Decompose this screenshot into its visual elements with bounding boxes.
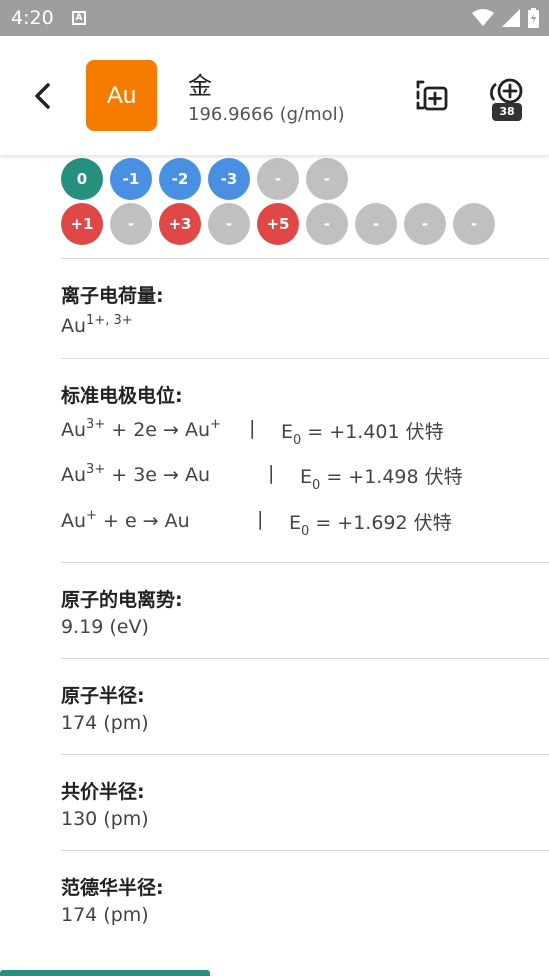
eq-text: + 3e → Au [105, 464, 211, 486]
covalent-radius-title: 共价半径: [61, 781, 145, 803]
status-time: 4:20 [11, 7, 54, 29]
oxidation-chip: - [306, 203, 348, 245]
ion-charge-value: Au1+, 3+ [61, 313, 133, 337]
ion-charge-title: 离子电荷量: [61, 285, 164, 307]
oxidation-chip: - [257, 158, 299, 200]
app-bar: Au 金 196.9666 (g/mol) 38 [0, 36, 549, 155]
eq-sup: + [86, 508, 97, 523]
electrode-equation: Au3+ + 3e → Au [61, 462, 210, 486]
eq-text: Au [61, 510, 87, 532]
covalent-radius-value: 130 (pm) [61, 808, 149, 830]
electrode-potential: E0 = +1.498 伏特 [300, 462, 463, 493]
oxidation-chip: - [208, 203, 250, 245]
eq-value: = +1.498 伏特 [320, 466, 463, 488]
oxidation-chip: - [306, 158, 348, 200]
bottom-tab-indicator[interactable] [0, 970, 210, 976]
divider [61, 258, 549, 259]
ion-charge-sup: 1+, 3+ [86, 313, 133, 328]
back-arrow-icon [35, 83, 50, 109]
divider [61, 658, 549, 659]
divider [61, 850, 549, 851]
oxidation-chip: +1 [61, 203, 103, 245]
electrode-potential: E0 = +1.692 伏特 [289, 508, 452, 539]
vdw-radius-value: 174 (pm) [61, 904, 149, 926]
element-symbol-badge: Au [86, 60, 157, 131]
eq-sup: + [210, 417, 221, 432]
oxidation-row-1: 0 -1 -2 -3 - - [61, 158, 348, 200]
eq-text: Au [61, 464, 87, 486]
eq-text: + 2e → Au [105, 419, 211, 441]
eq-value: = +1.401 伏特 [301, 421, 444, 443]
signal-icon [502, 9, 520, 27]
compare-icon [416, 80, 448, 111]
electrode-equation: Au3+ + 2e → Au+ [61, 417, 221, 441]
atomic-radius-value: 174 (pm) [61, 712, 149, 734]
eq-separator: | [249, 417, 256, 439]
oxidation-chip: +3 [159, 203, 201, 245]
status-bar: 4:20 A [0, 0, 549, 36]
eq-text: + e → Au [96, 510, 190, 532]
oxidation-chip: - [355, 203, 397, 245]
oxidation-chip: 0 [61, 158, 103, 200]
compare-count-badge: 38 [492, 103, 522, 121]
eq-sup: 3+ [86, 417, 106, 432]
oxidation-row-2: +1 - +3 - +5 - - - - [61, 203, 495, 245]
eq-value: = +1.692 伏特 [309, 512, 452, 534]
electrode-potential: E0 = +1.401 伏特 [281, 417, 444, 448]
ionization-title: 原子的电离势: [61, 589, 183, 611]
element-name: 金 [188, 72, 212, 100]
electrode-equation: Au+ + e → Au [61, 508, 190, 532]
back-button[interactable] [28, 80, 56, 112]
battery-icon [528, 8, 539, 28]
element-mass: 196.9666 (g/mol) [188, 104, 345, 125]
compare-button[interactable] [414, 78, 450, 114]
electrode-title: 标准电极电位: [61, 385, 183, 407]
eq-sup: 3+ [86, 462, 106, 477]
divider [61, 562, 549, 563]
eq-separator: | [257, 508, 264, 530]
add-element-button[interactable]: 38 [484, 78, 528, 126]
divider [61, 754, 549, 755]
eq-text: E [300, 466, 313, 488]
divider [61, 358, 549, 359]
eq-text: E [281, 421, 294, 443]
oxidation-chip: - [453, 203, 495, 245]
notification-icon: A [72, 11, 86, 25]
wifi-icon [472, 9, 494, 26]
atomic-radius-title: 原子半径: [61, 685, 145, 707]
status-icons [472, 8, 539, 28]
ion-charge-base: Au [61, 315, 87, 337]
oxidation-chip: - [110, 203, 152, 245]
oxidation-chip: -3 [208, 158, 250, 200]
oxidation-chip: - [404, 203, 446, 245]
oxidation-chip: -1 [110, 158, 152, 200]
ionization-value: 9.19 (eV) [61, 616, 149, 638]
oxidation-chip: -2 [159, 158, 201, 200]
oxidation-chip: +5 [257, 203, 299, 245]
vdw-radius-title: 范德华半径: [61, 877, 164, 899]
eq-separator: | [268, 462, 275, 484]
eq-text: E [289, 512, 302, 534]
eq-text: Au [61, 419, 87, 441]
